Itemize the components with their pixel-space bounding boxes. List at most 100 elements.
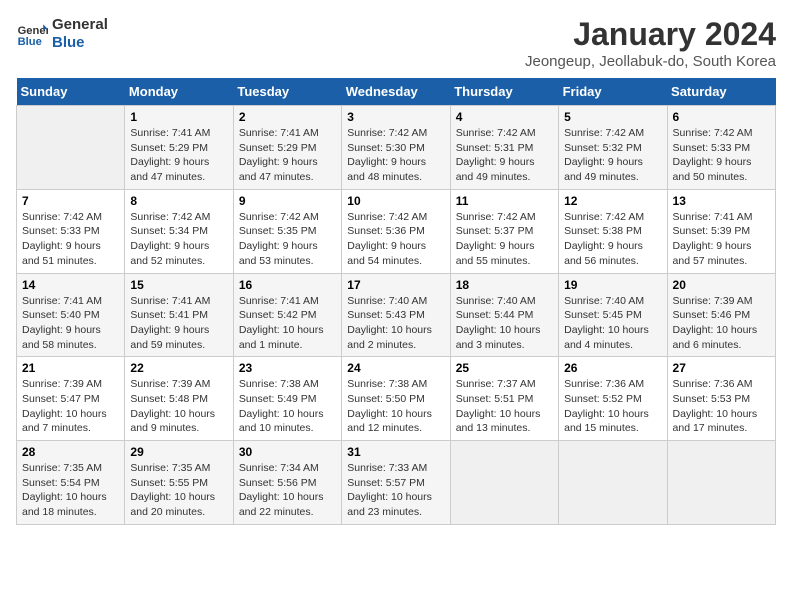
logo-general: General [52,16,108,34]
day-info: Sunrise: 7:42 AMSunset: 5:36 PMDaylight:… [347,210,444,269]
week-row-4: 21Sunrise: 7:39 AMSunset: 5:47 PMDayligh… [17,357,776,441]
day-info: Sunrise: 7:42 AMSunset: 5:32 PMDaylight:… [564,126,661,185]
day-number: 25 [456,361,553,375]
calendar-cell: 11 Sunrise: 7:42 AMSunset: 5:37 PMDayligh… [450,189,558,273]
day-number: 17 [347,278,444,292]
calendar-cell: 1Sunrise: 7:41 AMSunset: 5:29 PMDaylight… [125,106,233,190]
day-number: 10 [347,194,444,208]
day-info: Sunrise: 7:35 AMSunset: 5:55 PMDaylight:… [130,461,227,520]
day-info: Sunrise: 7:42 AMSunset: 5:37 PMDaylight:… [456,210,553,269]
day-number: 22 [130,361,227,375]
day-info: Sunrise: 7:39 AMSunset: 5:47 PMDaylight:… [22,377,119,436]
calendar-cell: 5 Sunrise: 7:42 AMSunset: 5:32 PMDaylight… [559,106,667,190]
day-number: 5 [564,110,661,124]
day-number: 11 [456,194,553,208]
calendar-cell: 21Sunrise: 7:39 AMSunset: 5:47 PMDayligh… [17,357,125,441]
col-header-saturday: Saturday [667,78,775,106]
day-number: 18 [456,278,553,292]
calendar-cell: 6 Sunrise: 7:42 AMSunset: 5:33 PMDaylight… [667,106,775,190]
col-header-friday: Friday [559,78,667,106]
week-row-5: 28 Sunrise: 7:35 AMSunset: 5:54 PMDayligh… [17,441,776,525]
day-info: Sunrise: 7:39 AMSunset: 5:46 PMDaylight:… [673,294,770,353]
day-number: 27 [673,361,770,375]
calendar-table: SundayMondayTuesdayWednesdayThursdayFrid… [16,78,776,525]
calendar-cell: 7Sunrise: 7:42 AMSunset: 5:33 PMDaylight… [17,189,125,273]
calendar-cell: 3 Sunrise: 7:42 AMSunset: 5:30 PMDaylight… [342,106,450,190]
day-info: Sunrise: 7:42 AMSunset: 5:30 PMDaylight:… [347,126,444,185]
day-info: Sunrise: 7:42 AMSunset: 5:33 PMDaylight:… [673,126,770,185]
calendar-cell: 8Sunrise: 7:42 AMSunset: 5:34 PMDaylight… [125,189,233,273]
calendar-cell: 20 Sunrise: 7:39 AMSunset: 5:46 PMDayligh… [667,273,775,357]
calendar-cell: 15Sunrise: 7:41 AMSunset: 5:41 PMDayligh… [125,273,233,357]
calendar-cell: 4Sunrise: 7:42 AMSunset: 5:31 PMDaylight… [450,106,558,190]
col-header-tuesday: Tuesday [233,78,341,106]
day-info: Sunrise: 7:42 AMSunset: 5:34 PMDaylight:… [130,210,227,269]
day-info: Sunrise: 7:41 AMSunset: 5:42 PMDaylight:… [239,294,336,353]
day-number: 16 [239,278,336,292]
day-info: Sunrise: 7:38 AMSunset: 5:50 PMDaylight:… [347,377,444,436]
day-info: Sunrise: 7:41 AMSunset: 5:40 PMDaylight:… [22,294,119,353]
day-info: Sunrise: 7:33 AMSunset: 5:57 PMDaylight:… [347,461,444,520]
calendar-cell: 2 Sunrise: 7:41 AMSunset: 5:29 PMDaylight… [233,106,341,190]
calendar-cell: 28 Sunrise: 7:35 AMSunset: 5:54 PMDayligh… [17,441,125,525]
calendar-cell: 13 Sunrise: 7:41 AMSunset: 5:39 PMDayligh… [667,189,775,273]
day-info: Sunrise: 7:40 AMSunset: 5:43 PMDaylight:… [347,294,444,353]
day-info: Sunrise: 7:38 AMSunset: 5:49 PMDaylight:… [239,377,336,436]
calendar-cell [17,106,125,190]
day-number: 28 [22,445,119,459]
day-info: Sunrise: 7:41 AMSunset: 5:29 PMDaylight:… [239,126,336,185]
calendar-cell: 27 Sunrise: 7:36 AMSunset: 5:53 PMDayligh… [667,357,775,441]
svg-text:Blue: Blue [18,36,42,48]
calendar-cell: 22 Sunrise: 7:39 AMSunset: 5:48 PMDayligh… [125,357,233,441]
logo-blue: Blue [52,34,108,52]
day-number: 24 [347,361,444,375]
calendar-cell: 10 Sunrise: 7:42 AMSunset: 5:36 PMDayligh… [342,189,450,273]
calendar-cell [450,441,558,525]
day-number: 2 [239,110,336,124]
logo: General Blue General Blue [16,16,108,52]
day-info: Sunrise: 7:36 AMSunset: 5:53 PMDaylight:… [673,377,770,436]
page-header: General Blue General Blue January 2024 J… [16,16,776,70]
day-number: 20 [673,278,770,292]
week-row-2: 7Sunrise: 7:42 AMSunset: 5:33 PMDaylight… [17,189,776,273]
day-number: 12 [564,194,661,208]
calendar-title: January 2024 [525,16,776,53]
day-number: 29 [130,445,227,459]
day-number: 3 [347,110,444,124]
calendar-cell: 19 Sunrise: 7:40 AMSunset: 5:45 PMDayligh… [559,273,667,357]
calendar-cell: 9Sunrise: 7:42 AMSunset: 5:35 PMDaylight… [233,189,341,273]
logo-icon: General Blue [16,18,48,50]
day-info: Sunrise: 7:41 AMSunset: 5:41 PMDaylight:… [130,294,227,353]
day-number: 19 [564,278,661,292]
day-info: Sunrise: 7:41 AMSunset: 5:39 PMDaylight:… [673,210,770,269]
day-number: 6 [673,110,770,124]
day-number: 30 [239,445,336,459]
calendar-cell: 18 Sunrise: 7:40 AMSunset: 5:44 PMDayligh… [450,273,558,357]
calendar-cell: 25 Sunrise: 7:37 AMSunset: 5:51 PMDayligh… [450,357,558,441]
calendar-cell [667,441,775,525]
day-info: Sunrise: 7:40 AMSunset: 5:44 PMDaylight:… [456,294,553,353]
day-info: Sunrise: 7:37 AMSunset: 5:51 PMDaylight:… [456,377,553,436]
day-info: Sunrise: 7:42 AMSunset: 5:38 PMDaylight:… [564,210,661,269]
day-number: 23 [239,361,336,375]
day-number: 4 [456,110,553,124]
col-header-monday: Monday [125,78,233,106]
calendar-cell: 17 Sunrise: 7:40 AMSunset: 5:43 PMDayligh… [342,273,450,357]
day-number: 7 [22,194,119,208]
day-info: Sunrise: 7:42 AMSunset: 5:35 PMDaylight:… [239,210,336,269]
day-info: Sunrise: 7:36 AMSunset: 5:52 PMDaylight:… [564,377,661,436]
col-header-sunday: Sunday [17,78,125,106]
day-number: 13 [673,194,770,208]
day-info: Sunrise: 7:39 AMSunset: 5:48 PMDaylight:… [130,377,227,436]
calendar-cell: 29 Sunrise: 7:35 AMSunset: 5:55 PMDayligh… [125,441,233,525]
calendar-cell: 16 Sunrise: 7:41 AMSunset: 5:42 PMDayligh… [233,273,341,357]
title-block: January 2024 Jeongeup, Jeollabuk-do, Sou… [525,16,776,70]
col-header-wednesday: Wednesday [342,78,450,106]
week-row-3: 14Sunrise: 7:41 AMSunset: 5:40 PMDayligh… [17,273,776,357]
day-number: 26 [564,361,661,375]
col-header-thursday: Thursday [450,78,558,106]
day-info: Sunrise: 7:40 AMSunset: 5:45 PMDaylight:… [564,294,661,353]
calendar-cell: 14Sunrise: 7:41 AMSunset: 5:40 PMDayligh… [17,273,125,357]
day-info: Sunrise: 7:41 AMSunset: 5:29 PMDaylight:… [130,126,227,185]
day-info: Sunrise: 7:35 AMSunset: 5:54 PMDaylight:… [22,461,119,520]
